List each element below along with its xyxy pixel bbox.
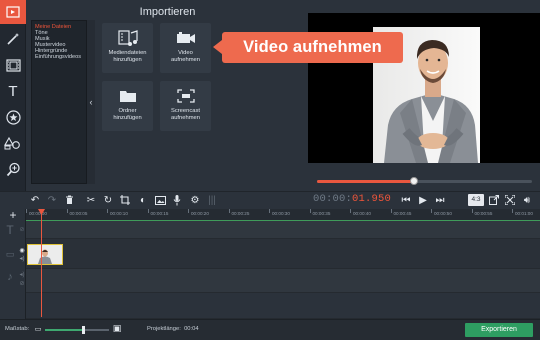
add-track-icon[interactable]: + [6, 208, 20, 222]
zoom-out-icon[interactable]: ▭ [34, 324, 42, 334]
tile-label: Video aufnehmen [170, 50, 200, 63]
zoom-slider-fill [45, 329, 84, 331]
folder-icon [117, 87, 139, 105]
next-icon[interactable]: ⏭ [433, 193, 447, 207]
ruler-tick-label: 00:00:50 [431, 209, 452, 216]
tile-label: Ordner hinzufügen [113, 108, 142, 121]
ruler-tick-label: 00:00:55 [471, 209, 493, 216]
tile-label: Screencast aufnehmen [170, 108, 200, 121]
ruler-tick-label: 00:00:25 [228, 209, 250, 216]
play-icon[interactable]: ▶ [416, 193, 430, 207]
ruler-tick-label: 00:00:35 [309, 209, 331, 216]
audio-lane[interactable] [26, 269, 540, 293]
zoom-in-icon[interactable]: ▣ [112, 323, 122, 333]
preview-seek-bar[interactable] [317, 177, 532, 185]
settings-gear-icon[interactable]: ⚙ [188, 193, 202, 207]
clip-thumbnail [28, 245, 62, 264]
ruler-tick-label: 00:00:10 [107, 209, 128, 216]
edit-toolbar [0, 191, 540, 209]
cut-icon[interactable]: ✂ [84, 193, 98, 207]
ruler-tick-label: 00:00:40 [350, 209, 371, 216]
zoom-slider[interactable] [45, 326, 109, 334]
video-clip[interactable] [27, 244, 63, 265]
volume-icon[interactable]: 🔊︎ [520, 193, 534, 207]
text-icon[interactable]: T [2, 80, 24, 102]
record-video-button[interactable]: Video aufnehmen [160, 23, 211, 73]
sticker-star-icon[interactable] [2, 106, 24, 128]
zoom-label: Maßstab: [5, 326, 30, 332]
timecode-display: 00:00:01.950 [313, 193, 392, 205]
ruler-tick-label: 00:00:45 [390, 209, 412, 216]
magic-wand-icon[interactable] [2, 28, 24, 50]
panel-title: Importieren [139, 6, 196, 18]
tile-label: Mediendateien hinzufügen [108, 50, 147, 63]
filmstrip-icon[interactable] [2, 54, 24, 76]
detach-preview-icon[interactable] [487, 193, 501, 207]
zoom-icon[interactable] [2, 158, 24, 180]
ruler-tick-label: 00:00:30 [269, 209, 290, 216]
shapes-icon[interactable] [2, 132, 24, 154]
seek-handle[interactable] [409, 177, 418, 185]
zoom-slider-handle[interactable] [82, 326, 86, 334]
undo-icon[interactable]: ↶ [28, 193, 42, 207]
media-files-icon [117, 29, 139, 47]
crop-icon[interactable] [118, 193, 132, 207]
seek-progress [317, 180, 414, 183]
category-intro-videos[interactable]: Einführungsvideos [32, 54, 86, 60]
image-icon[interactable] [153, 193, 167, 207]
category-list: Meine Dateien Töne Musik Mustervideo Hin… [31, 20, 87, 184]
ruler-tick-label: 00:00:00 [26, 209, 47, 216]
screencast-icon [175, 87, 197, 105]
collapse-panel-button[interactable]: ‹ [87, 20, 95, 184]
ruler-tick-label: 00:00:20 [188, 209, 209, 216]
record-screencast-button[interactable]: Screencast aufnehmen [160, 81, 211, 131]
equalizer-icon[interactable]: ||| [205, 193, 219, 207]
color-adjust-icon[interactable]: ◐ [136, 193, 150, 207]
video-editor-window: T Importieren Meine Dateien Töne Musik M… [0, 0, 540, 340]
export-button[interactable]: Exportieren [465, 323, 533, 337]
ruler-tick-label: 00:00:15 [147, 209, 169, 216]
empty-lane[interactable] [26, 293, 540, 319]
tool-sidebar: T [0, 0, 26, 208]
import-icon[interactable] [0, 0, 26, 24]
delete-icon[interactable] [62, 193, 76, 207]
playhead[interactable] [41, 209, 42, 317]
record-video-callout: Video aufnehmen [213, 32, 403, 63]
microphone-icon[interactable] [170, 193, 184, 207]
add-folder-button[interactable]: Ordner hinzufügen [102, 81, 153, 131]
text-lane[interactable] [26, 221, 540, 239]
previous-icon[interactable]: ⏮ [399, 193, 413, 207]
camera-icon [175, 29, 197, 47]
project-length: Projektlänge: 00:04 [147, 326, 199, 332]
rotate-icon[interactable]: ↻ [101, 193, 115, 207]
redo-icon[interactable]: ↷ [45, 193, 59, 207]
ruler-tick-label: 00:00:05 [66, 209, 88, 216]
video-lane[interactable] [26, 239, 540, 269]
aspect-ratio-button[interactable]: 4:3 [468, 194, 484, 206]
fullscreen-icon[interactable] [503, 193, 517, 207]
ruler-tick-label: 00:01:00 [512, 209, 533, 216]
player-header [308, 0, 540, 13]
add-media-files-button[interactable]: Mediendateien hinzufügen [102, 23, 153, 73]
